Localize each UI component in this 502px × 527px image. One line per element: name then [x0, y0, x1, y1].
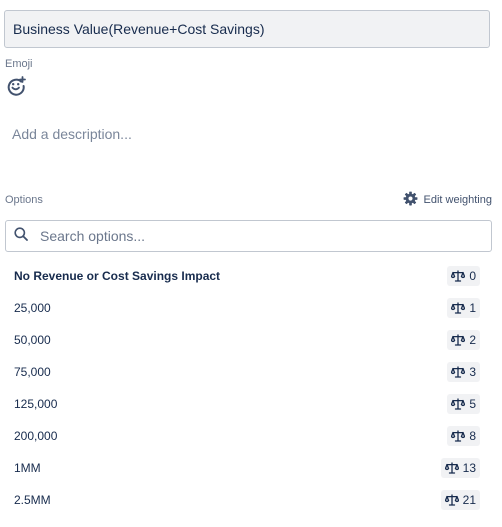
- option-label: No Revenue or Cost Savings Impact: [14, 269, 221, 283]
- option-weight-badge[interactable]: 13: [440, 458, 480, 478]
- gear-icon: [403, 191, 418, 209]
- option-weight-badge[interactable]: 8: [447, 426, 480, 446]
- description-input[interactable]: Add a description...: [12, 126, 132, 142]
- option-weight-badge[interactable]: 2: [447, 330, 480, 350]
- option-label: 200,000: [14, 429, 58, 443]
- scale-icon: [451, 270, 466, 282]
- option-weight-value: 8: [469, 429, 476, 443]
- option-label: 1MM: [14, 461, 41, 475]
- option-weight-value: 1: [469, 301, 476, 315]
- option-label: 75,000: [14, 365, 51, 379]
- option-row[interactable]: No Revenue or Cost Savings Impact 0: [0, 260, 502, 292]
- option-weight-value: 21: [462, 493, 476, 507]
- option-weight-badge[interactable]: 21: [440, 490, 480, 510]
- search-icon: [14, 226, 28, 246]
- option-weight-value: 0: [469, 269, 476, 283]
- option-weight-badge[interactable]: 1: [447, 298, 480, 318]
- option-label: 50,000: [14, 333, 51, 347]
- scale-icon: [444, 462, 459, 474]
- option-row[interactable]: 75,000 3: [0, 356, 502, 388]
- search-options-box[interactable]: [5, 220, 492, 252]
- search-options-input[interactable]: [38, 227, 483, 245]
- option-label: 25,000: [14, 301, 51, 315]
- option-weight-value: 2: [469, 333, 476, 347]
- scale-icon: [451, 334, 466, 346]
- scale-icon: [451, 302, 466, 314]
- option-weight-badge[interactable]: 5: [447, 394, 480, 414]
- option-row[interactable]: 50,000 2: [0, 324, 502, 356]
- option-row[interactable]: 25,000 1: [0, 292, 502, 324]
- edit-weighting-button[interactable]: Edit weighting: [403, 190, 493, 210]
- option-row[interactable]: 125,000 5: [0, 388, 502, 420]
- options-list: No Revenue or Cost Savings Impact 0 25,0…: [0, 260, 502, 516]
- emoji-label: Emoji: [5, 58, 33, 70]
- edit-weighting-label: Edit weighting: [423, 194, 493, 206]
- option-label: 125,000: [14, 397, 58, 411]
- option-row[interactable]: 200,000 8: [0, 420, 502, 452]
- field-settings-panel: Business Value(Revenue+Cost Savings) Emo…: [0, 0, 502, 527]
- option-weight-value: 13: [462, 461, 476, 475]
- option-row[interactable]: 2.5MM 21: [0, 484, 502, 516]
- option-weight-value: 3: [469, 365, 476, 379]
- options-label: Options: [5, 194, 43, 206]
- scale-icon: [451, 366, 466, 378]
- add-emoji-icon[interactable]: [6, 76, 28, 98]
- option-row[interactable]: 1MM 13: [0, 452, 502, 484]
- option-weight-badge[interactable]: 0: [447, 266, 480, 286]
- option-weight-value: 5: [469, 397, 476, 411]
- option-weight-badge[interactable]: 3: [447, 362, 480, 382]
- scale-icon: [444, 494, 459, 506]
- scale-icon: [451, 430, 466, 442]
- field-name-input[interactable]: Business Value(Revenue+Cost Savings): [4, 10, 490, 48]
- option-label: 2.5MM: [14, 493, 51, 507]
- scale-icon: [451, 398, 466, 410]
